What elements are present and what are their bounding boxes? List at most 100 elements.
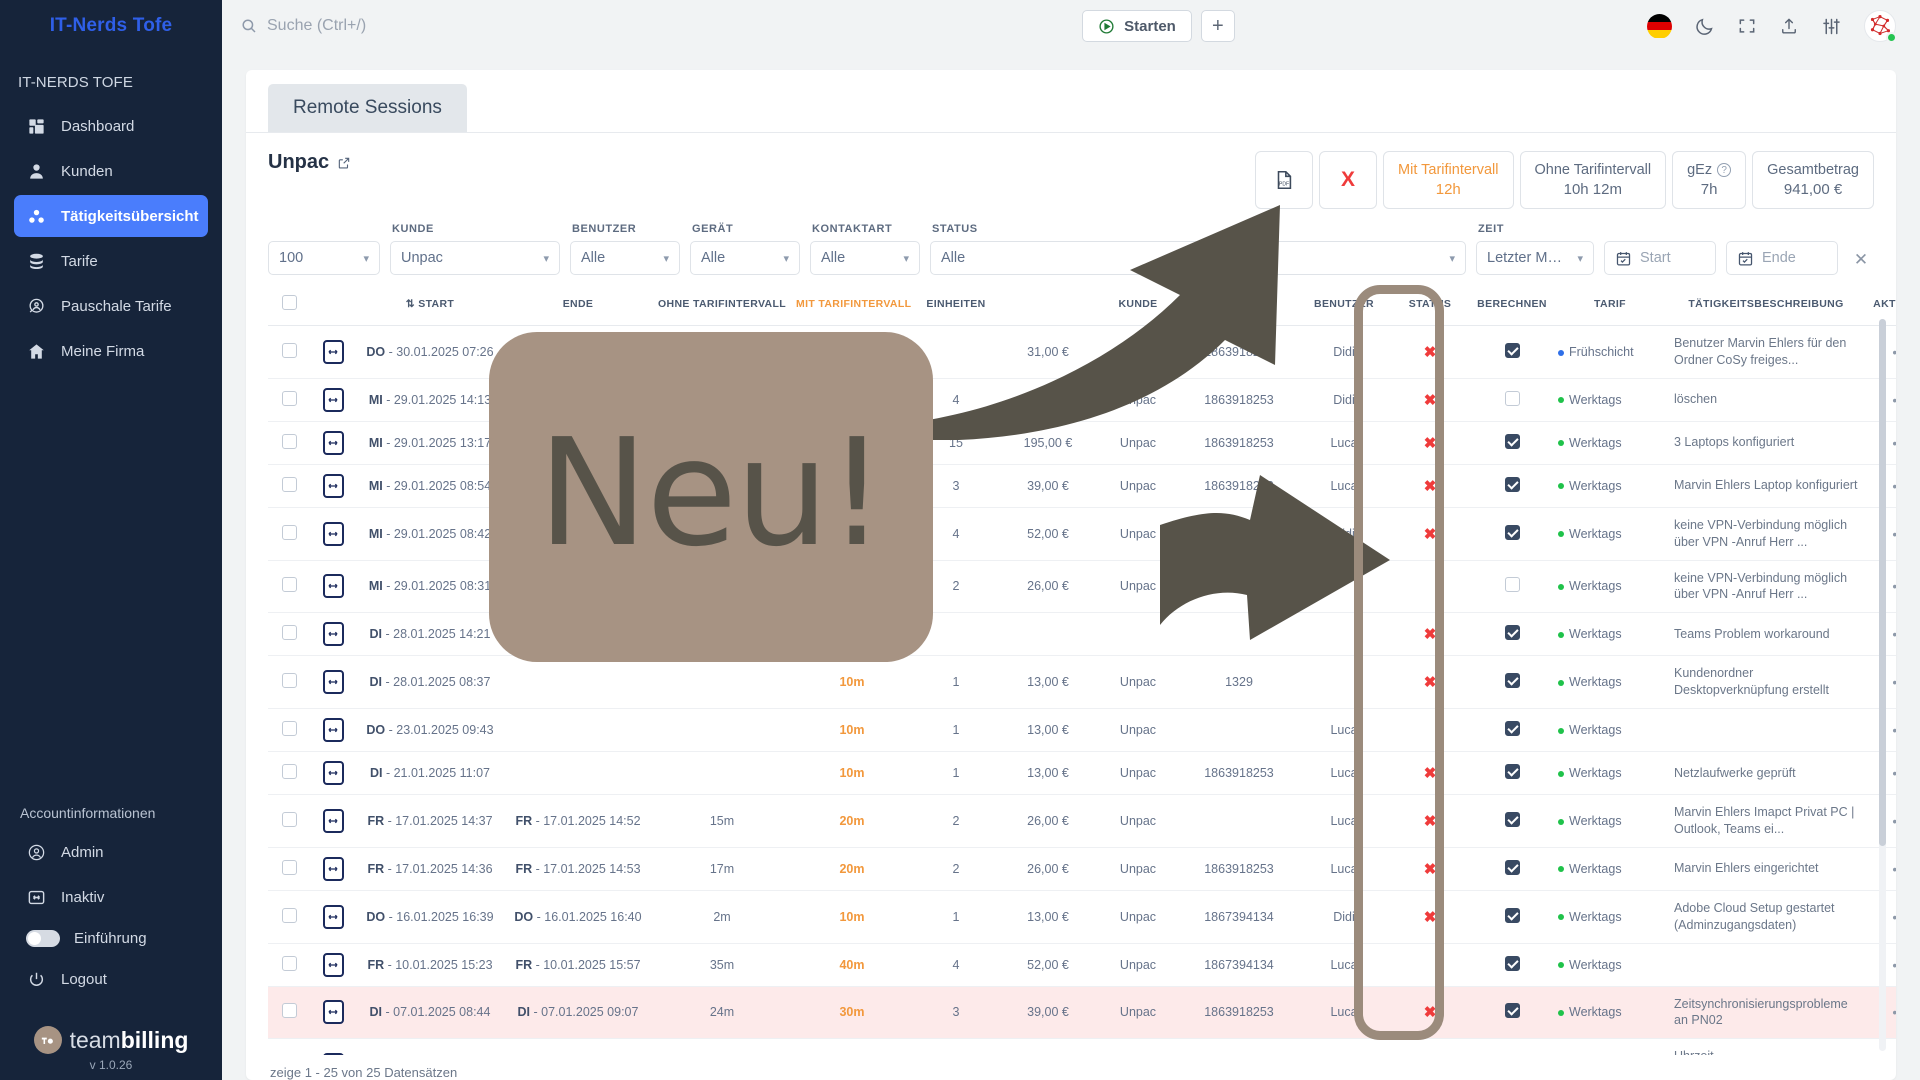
th-nummer[interactable] [1180, 285, 1298, 326]
date-start-input[interactable]: Start [1604, 241, 1716, 275]
cell-status[interactable]: ✖ [1390, 378, 1470, 422]
row-checkbox[interactable] [281, 859, 297, 875]
kontaktart-select[interactable]: Alle ▾ [810, 241, 920, 275]
cell-status[interactable]: ✖ [1390, 986, 1470, 1040]
kpi-mit-tarifintervall[interactable]: Mit Tarifintervall 12h [1383, 151, 1514, 209]
berechnen-checkbox[interactable] [1504, 811, 1520, 827]
cell-berechnen[interactable] [1470, 708, 1554, 752]
benutzer-select[interactable]: Alle ▾ [570, 241, 680, 275]
berechnen-checkbox[interactable] [1504, 476, 1520, 492]
cell-status[interactable]: ✖ [1390, 464, 1470, 508]
session-icon[interactable] [322, 622, 344, 647]
row-checkbox-cell[interactable] [268, 612, 310, 657]
flag-de-icon[interactable] [1647, 13, 1672, 39]
sliders-icon[interactable] [1821, 16, 1842, 37]
zeit-select[interactable]: Letzter Monat ▾ [1476, 241, 1594, 275]
cell-status[interactable]: ✖ [1390, 325, 1470, 379]
cell-berechnen[interactable] [1470, 421, 1554, 465]
cell-status[interactable]: ✖ [1390, 655, 1470, 709]
row-actions-button[interactable]: ••• [1892, 722, 1896, 738]
row-checkbox[interactable] [281, 524, 297, 540]
clear-filters-button[interactable]: ✕ [1848, 245, 1874, 275]
row-session-icon-cell[interactable] [310, 325, 356, 379]
add-session-button[interactable]: + [1200, 10, 1235, 42]
row-checkbox-cell[interactable] [268, 890, 310, 944]
row-actions-button[interactable]: ••• [1892, 765, 1896, 781]
th-einheiten[interactable]: EINHEITEN [912, 285, 1000, 326]
berechnen-checkbox[interactable] [1504, 907, 1520, 923]
status-x-icon[interactable]: ✖ [1424, 1004, 1437, 1021]
cell-berechnen[interactable] [1470, 655, 1554, 709]
berechnen-checkbox[interactable] [1504, 721, 1520, 736]
row-checkbox[interactable] [281, 433, 297, 449]
session-icon[interactable] [322, 339, 344, 364]
sidebar-item-inaktiv[interactable]: Inaktiv [14, 876, 208, 918]
select-all-checkbox[interactable] [281, 295, 297, 310]
session-icon[interactable] [322, 856, 344, 881]
row-actions-button[interactable]: ••• [1892, 813, 1896, 829]
external-link-icon[interactable] [337, 156, 351, 170]
session-icon[interactable] [322, 521, 344, 546]
row-checkbox-cell[interactable] [268, 1038, 310, 1055]
row-actions-button[interactable]: ••• [1892, 957, 1896, 973]
row-session-icon-cell[interactable] [310, 708, 356, 752]
session-icon[interactable] [322, 387, 344, 412]
berechnen-checkbox[interactable] [1504, 764, 1520, 779]
row-checkbox[interactable] [281, 625, 297, 641]
sidebar-item-tarife[interactable]: Tarife [14, 240, 208, 282]
table-row[interactable]: FR - 10.01.2025 15:23 FR - 10.01.2025 15:… [268, 943, 1896, 987]
session-icon[interactable] [322, 1000, 344, 1025]
cell-berechnen[interactable] [1470, 378, 1554, 422]
table-row[interactable]: MI - 29.01.2025 14:13 4 52,00 € Unpac 186391… [268, 378, 1896, 422]
cell-status[interactable] [1390, 708, 1470, 752]
cell-berechnen[interactable] [1470, 847, 1554, 891]
table-scrollbar[interactable] [1879, 319, 1886, 1051]
table-row[interactable]: DI - 28.01.2025 08:37 10m 1 13,00 € Unpac 132… [268, 655, 1896, 709]
row-actions-button[interactable]: ••• [1892, 861, 1896, 877]
row-checkbox-cell[interactable] [268, 560, 310, 614]
row-session-icon-cell[interactable] [310, 378, 356, 422]
row-actions-button[interactable]: ••• [1892, 392, 1896, 408]
th-start[interactable]: ⇅ START [356, 285, 504, 326]
sidebar-item-dashboard[interactable]: Dashboard [14, 105, 208, 147]
table-row[interactable]: DO - 30.01.2025 07:26 20m 31,00 € Unpac 1863… [268, 325, 1896, 379]
th-berechnen[interactable]: BERECHNEN [1470, 285, 1554, 326]
session-icon[interactable] [322, 952, 344, 977]
cell-berechnen[interactable] [1470, 943, 1554, 987]
row-actions-button[interactable]: ••• [1892, 526, 1896, 542]
row-session-icon-cell[interactable] [310, 421, 356, 465]
row-actions-button[interactable]: ••• [1892, 344, 1896, 360]
row-checkbox[interactable] [281, 721, 297, 736]
row-checkbox-cell[interactable] [268, 847, 310, 891]
row-checkbox[interactable] [281, 764, 297, 779]
row-session-icon-cell[interactable] [310, 943, 356, 987]
status-select[interactable]: Alle ▾ [930, 241, 1466, 275]
row-checkbox[interactable] [281, 476, 297, 492]
upload-icon[interactable] [1779, 16, 1799, 36]
status-x-icon[interactable]: ✖ [1424, 526, 1437, 543]
table-row[interactable]: FR - 17.01.2025 14:37 FR - 17.01.2025 14:… [268, 794, 1896, 848]
row-session-icon-cell[interactable] [310, 612, 356, 657]
row-checkbox-cell[interactable] [268, 794, 310, 848]
row-checkbox[interactable] [281, 673, 297, 689]
berechnen-checkbox[interactable] [1504, 955, 1520, 971]
th-status[interactable]: STATUS [1390, 285, 1470, 326]
sidebar-item-admin[interactable]: Admin [14, 831, 208, 873]
row-checkbox-cell[interactable] [268, 507, 310, 561]
cell-status[interactable]: ✖ [1390, 847, 1470, 891]
berechnen-checkbox[interactable] [1504, 1003, 1520, 1019]
cell-status[interactable] [1390, 1038, 1470, 1055]
row-session-icon-cell[interactable] [310, 794, 356, 848]
session-icon[interactable] [322, 574, 344, 599]
row-checkbox-cell[interactable] [268, 421, 310, 465]
status-x-icon[interactable]: ✖ [1424, 861, 1437, 878]
status-x-icon[interactable]: ✖ [1424, 626, 1437, 643]
search-box[interactable] [240, 17, 670, 35]
row-session-icon-cell[interactable] [310, 560, 356, 614]
row-actions-button[interactable]: ••• [1892, 435, 1896, 451]
table-row[interactable]: MI - 29.01.2025 08:31 20m 2 26,00 € Unpac 186… [268, 560, 1896, 614]
table-row[interactable]: MI - 29.01.2025 08:42 40m 4 52,00 € Unpac 186… [268, 507, 1896, 561]
moon-icon[interactable] [1694, 16, 1715, 37]
einfuehrung-toggle[interactable] [26, 929, 60, 947]
row-actions-button[interactable]: ••• [1892, 478, 1896, 494]
